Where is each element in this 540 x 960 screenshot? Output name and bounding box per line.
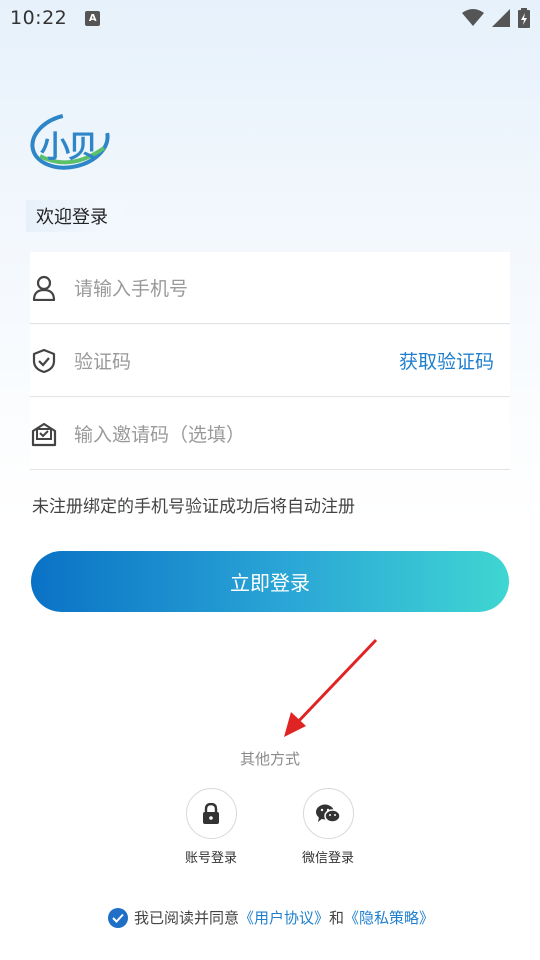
code-field[interactable]: 验证码 获取验证码 bbox=[30, 325, 510, 397]
auto-register-notice: 未注册绑定的手机号验证成功后将自动注册 bbox=[32, 497, 355, 517]
app-logo: 小贝 bbox=[30, 112, 112, 170]
other-methods-title: 其他方式 bbox=[239, 750, 300, 768]
person-icon bbox=[30, 274, 58, 302]
notification-badge-icon: A bbox=[85, 10, 101, 26]
account-login-option[interactable]: 账号登录 bbox=[171, 788, 251, 866]
privacy-policy-link[interactable]: 《隐私策略》 bbox=[344, 907, 434, 928]
wechat-login-button[interactable] bbox=[302, 788, 354, 839]
account-login-button[interactable] bbox=[185, 788, 237, 839]
battery-icon bbox=[518, 8, 530, 28]
get-code-button[interactable]: 获取验证码 bbox=[399, 347, 494, 374]
invite-code-field[interactable]: 输入邀请码（选填） bbox=[30, 398, 510, 470]
user-agreement-link[interactable]: 《用户协议》 bbox=[239, 907, 329, 928]
agreement-conjunction: 和 bbox=[329, 909, 345, 927]
shield-check-icon bbox=[30, 347, 58, 375]
phone-field[interactable]: 请输入手机号 bbox=[30, 252, 510, 324]
signal-icon bbox=[492, 9, 510, 27]
invite-code-input[interactable]: 输入邀请码（选填） bbox=[74, 420, 245, 447]
code-input[interactable]: 验证码 bbox=[74, 347, 131, 374]
welcome-label: 欢迎登录 bbox=[26, 200, 130, 232]
lock-icon bbox=[203, 802, 219, 824]
wechat-login-label: 微信登录 bbox=[301, 851, 354, 866]
status-bar: 10:22 A bbox=[0, 0, 540, 36]
wechat-login-option[interactable]: 微信登录 bbox=[288, 788, 368, 866]
login-button[interactable]: 立即登录 bbox=[31, 551, 509, 612]
logo-text: 小贝 bbox=[40, 130, 98, 165]
agreement-prefix: 我已阅读并同意 bbox=[134, 909, 240, 927]
invite-envelope-icon bbox=[30, 420, 58, 448]
wechat-icon bbox=[316, 804, 341, 823]
annotation-arrow-icon bbox=[284, 638, 378, 737]
checkmark-icon bbox=[112, 913, 124, 923]
wifi-icon bbox=[462, 9, 484, 26]
phone-input[interactable]: 请输入手机号 bbox=[74, 274, 188, 301]
account-login-label: 账号登录 bbox=[184, 851, 237, 866]
status-time: 10:22 bbox=[10, 7, 68, 29]
agreement-row: 我已阅读并同意 《用户协议》 和 《隐私策略》 bbox=[108, 907, 434, 928]
agreement-checkbox[interactable] bbox=[108, 907, 128, 928]
status-icons bbox=[462, 8, 530, 28]
